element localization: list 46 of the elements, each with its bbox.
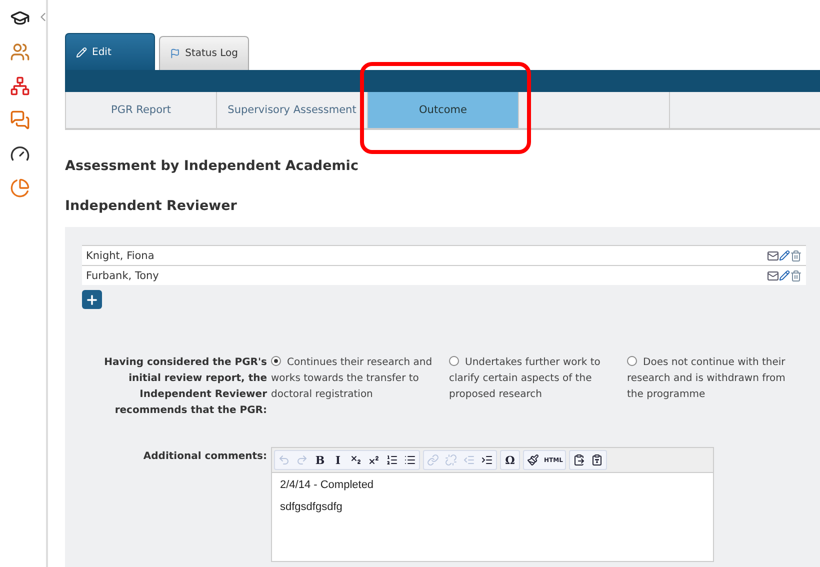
paste-icon	[572, 454, 585, 466]
indent-icon	[481, 454, 493, 466]
clipboard-icon	[590, 454, 603, 466]
radio-button[interactable]	[627, 356, 637, 366]
comment-text: 2/4/14 - Completed	[280, 479, 375, 491]
delete-icon[interactable]	[790, 270, 802, 282]
outdent-icon	[463, 454, 475, 466]
reviewer-name: Furbank, Tony	[86, 270, 160, 282]
pie-chart-icon[interactable]	[10, 178, 30, 198]
tab[interactable]: Edit	[65, 33, 155, 70]
numbered-list-icon	[386, 454, 398, 466]
reviewer-name: Knight, Fiona	[86, 250, 156, 262]
people-icon[interactable]	[10, 42, 30, 62]
redo-icon	[296, 454, 308, 466]
subscript-icon	[350, 454, 362, 466]
comments-label: Additional comments:	[142, 450, 267, 464]
tab[interactable]: Status Log	[159, 36, 249, 70]
section-heading: Independent Reviewer	[65, 198, 238, 214]
pencil-icon	[76, 46, 87, 58]
unlink-icon	[445, 454, 457, 466]
superscript-icon	[368, 454, 380, 466]
radio-option[interactable]: Does not continue with their research and is withdrawn from the programme	[627, 355, 795, 419]
chat-icon[interactable]	[10, 110, 30, 130]
toolbar-button[interactable]: Ω	[501, 451, 519, 469]
question-label: Having considered the PGR's initial review report, the Independent Reviewer recommends that the PGR:	[103, 356, 267, 418]
add-button[interactable]	[82, 290, 102, 309]
delete-icon[interactable]	[790, 250, 802, 262]
toolbar-button[interactable]: I	[329, 451, 347, 469]
comment-text: sdfgsdfgsdfg	[280, 501, 344, 513]
plus-icon	[85, 292, 99, 306]
link-icon	[427, 454, 439, 466]
radio-button[interactable]	[449, 356, 459, 366]
org-chart-icon[interactable]	[10, 76, 30, 96]
radio-option[interactable]: Undertakes further work to clarify certain aspects of the proposed research	[449, 355, 617, 419]
flag-icon	[170, 48, 180, 59]
radio-button[interactable]	[271, 356, 281, 366]
subtab[interactable]: Outcome	[367, 92, 518, 128]
radio-option[interactable]: Continues their research and works towards the transfer to doctoral registration	[271, 355, 439, 419]
section-heading: Assessment by Independent Academic	[65, 158, 360, 174]
edit-icon[interactable]	[779, 270, 790, 281]
mail-icon[interactable]	[767, 270, 779, 282]
brush-icon	[527, 454, 539, 466]
undo-icon	[278, 454, 290, 466]
mail-icon[interactable]	[767, 250, 779, 262]
edit-icon[interactable]	[779, 250, 790, 261]
toolbar-button[interactable]: B	[311, 451, 329, 469]
